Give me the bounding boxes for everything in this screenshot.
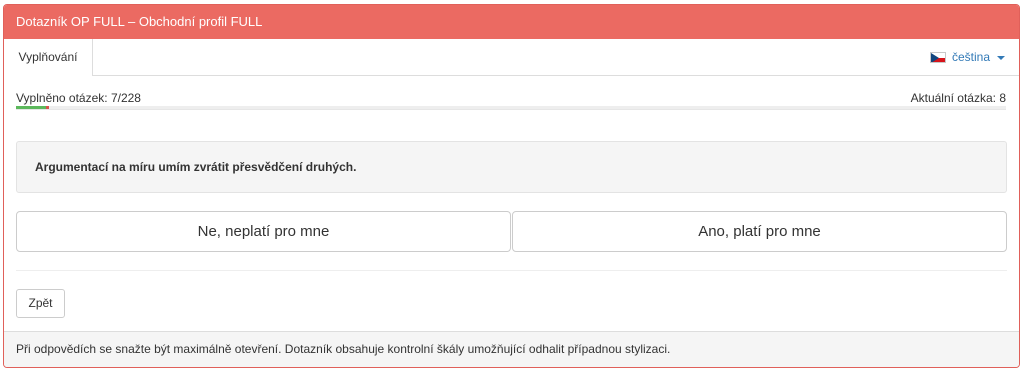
back-button[interactable]: Zpět — [16, 289, 65, 318]
question-text: Argumentací na míru umím zvrátit přesvěd… — [16, 141, 1007, 193]
progress-bar-fill — [16, 106, 50, 109]
progress-current-marker — [46, 106, 50, 109]
tab-filling[interactable]: Vyplňování — [4, 39, 93, 77]
caret-down-icon — [997, 55, 1005, 60]
footer-note: Při odpovědích se snažte být maximálně o… — [4, 331, 1019, 367]
progress-section: Vyplněno otázek: 7/228 Aktuální otázka: … — [4, 91, 1019, 111]
progress-filled-label: Vyplněno otázek: 7/228 — [16, 91, 141, 105]
current-question-label: Aktuální otázka: 8 — [910, 91, 1006, 105]
answer-yes-button[interactable]: Ano, platí pro mne — [512, 211, 1007, 252]
czech-flag-icon — [929, 52, 946, 63]
tab-bar: Vyplňování čeština — [4, 39, 1019, 77]
language-label: čeština — [951, 50, 990, 64]
questionnaire-panel: Dotazník OP FULL – Obchodní profil FULL … — [3, 4, 1020, 368]
divider — [16, 270, 1007, 271]
language-selector[interactable]: čeština — [929, 39, 1005, 76]
answer-no-button[interactable]: Ne, neplatí pro mne — [16, 211, 511, 252]
panel-title: Dotazník OP FULL – Obchodní profil FULL — [4, 5, 1019, 39]
progress-bar — [16, 106, 1006, 110]
